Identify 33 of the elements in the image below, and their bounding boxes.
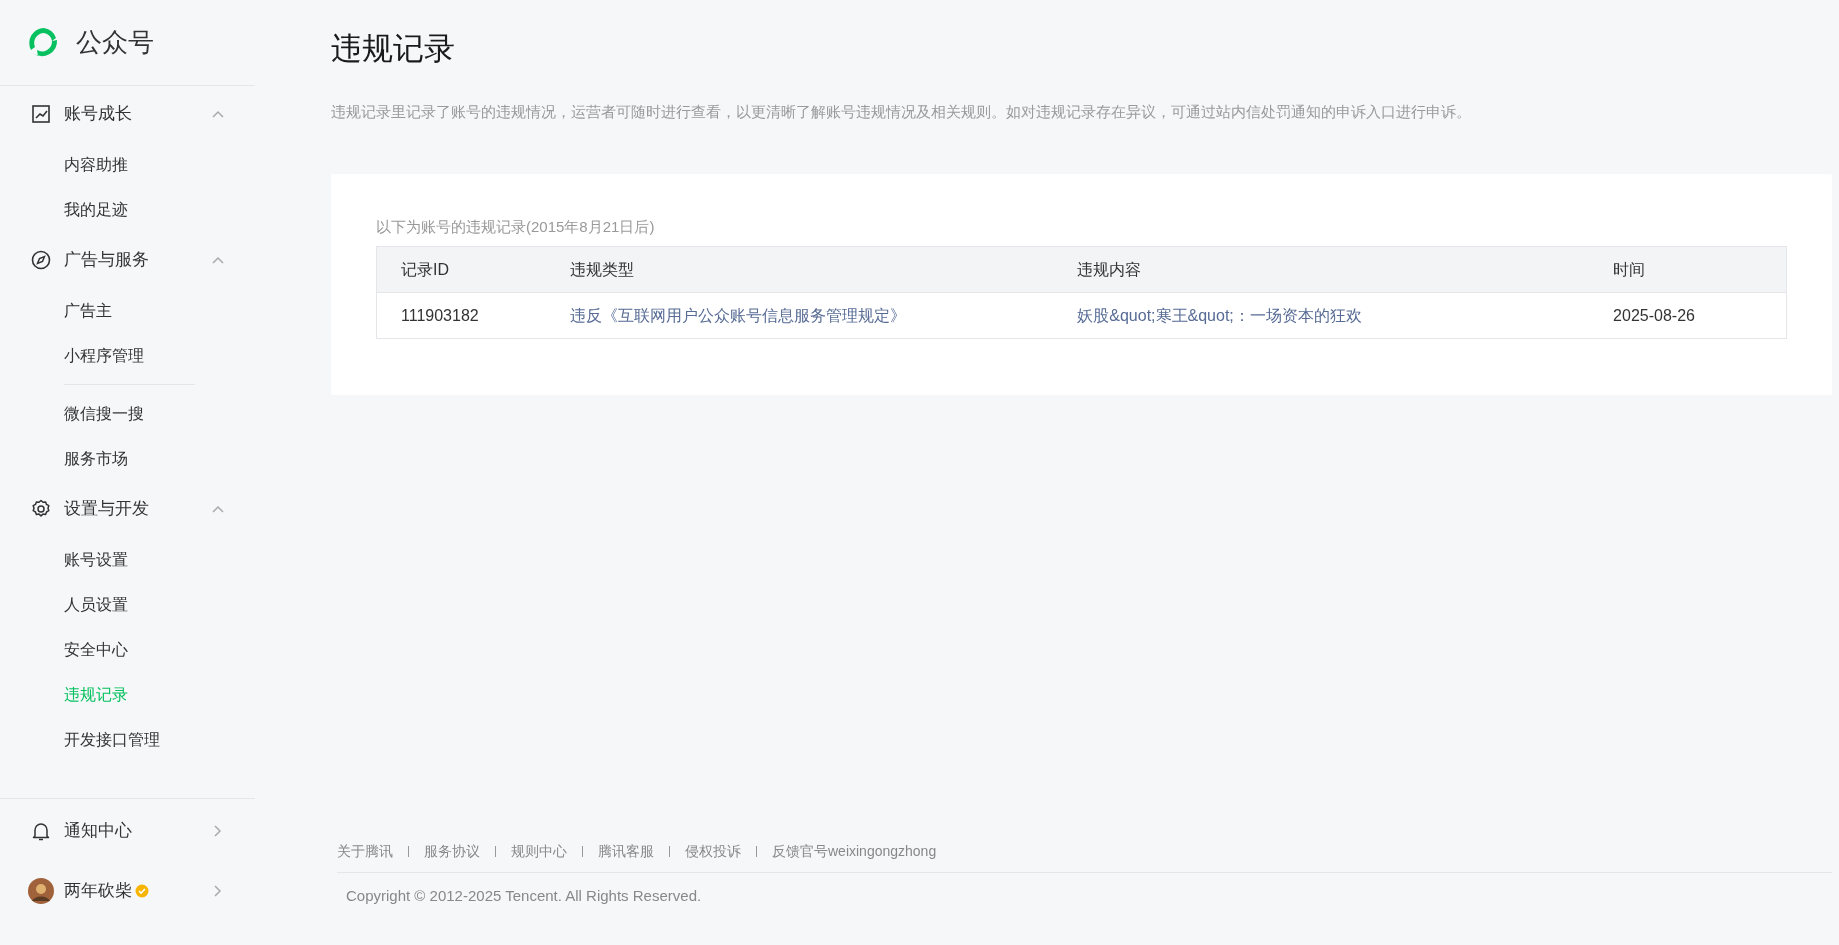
user-name[interactable]: 两年砍柴 — [64, 878, 132, 904]
sidebar-item[interactable]: 小程序管理 — [0, 333, 255, 378]
sidebar-item[interactable]: 安全中心 — [0, 627, 255, 672]
column-header: 违规类型 — [545, 246, 1054, 293]
table-cell: 2025-08-26 — [1589, 292, 1787, 339]
page-title: 违规记录 — [331, 30, 456, 68]
logo-text: 公众号 — [76, 26, 154, 59]
avatar — [28, 878, 54, 904]
page-description: 违规记录里记录了账号的违规情况，运营者可随时进行查看，以更清晰了解账号违规情况及相关规则。如对违规记录存在异议，可通过站内信处罚通知的申诉入口进行申诉。 — [331, 102, 1472, 123]
sidebar-item[interactable]: 账号设置 — [0, 537, 255, 582]
column-header: 记录ID — [376, 246, 546, 293]
copyright-text: Copyright © 2012-2025 Tencent. All Rights Reserved. — [345, 885, 703, 906]
table-caption: 以下为账号的违规记录(2015年8月21日后) — [376, 216, 656, 237]
sidebar-section[interactable]: 设置与开发 — [0, 481, 255, 537]
sidebar-section[interactable]: 广告与服务 — [0, 232, 255, 288]
rule-link[interactable]: 违反《互联网用户公众账号信息服务管理规定》 — [569, 306, 906, 324]
article-link[interactable]: 妖股&quot;寒王&quot;：一场资本的狂欢 — [1077, 306, 1362, 324]
sidebar-item[interactable]: 人员设置 — [0, 582, 255, 627]
table-cell: 111903182 — [376, 292, 546, 339]
column-header: 时间 — [1589, 246, 1787, 293]
footer-link[interactable]: 侵权投诉 — [685, 840, 741, 862]
column-header: 违规内容 — [1053, 246, 1590, 293]
compass-icon — [30, 249, 52, 271]
bell-icon — [30, 820, 52, 842]
sidebar-item[interactable]: 开发接口管理 — [0, 717, 255, 762]
sidebar-item[interactable]: 广告主 — [0, 288, 255, 333]
sidebar-section[interactable]: 通知中心 — [0, 799, 255, 863]
sidebar-item[interactable]: 服务市场 — [0, 436, 255, 481]
sidebar-item[interactable]: 内容助推 — [0, 142, 255, 187]
sidebar-item[interactable]: 微信搜一搜 — [0, 391, 255, 436]
chart-icon — [30, 103, 52, 125]
sidebar-section[interactable]: 账号成长 — [0, 86, 255, 142]
sidebar-item[interactable]: 我的足迹 — [0, 187, 255, 232]
